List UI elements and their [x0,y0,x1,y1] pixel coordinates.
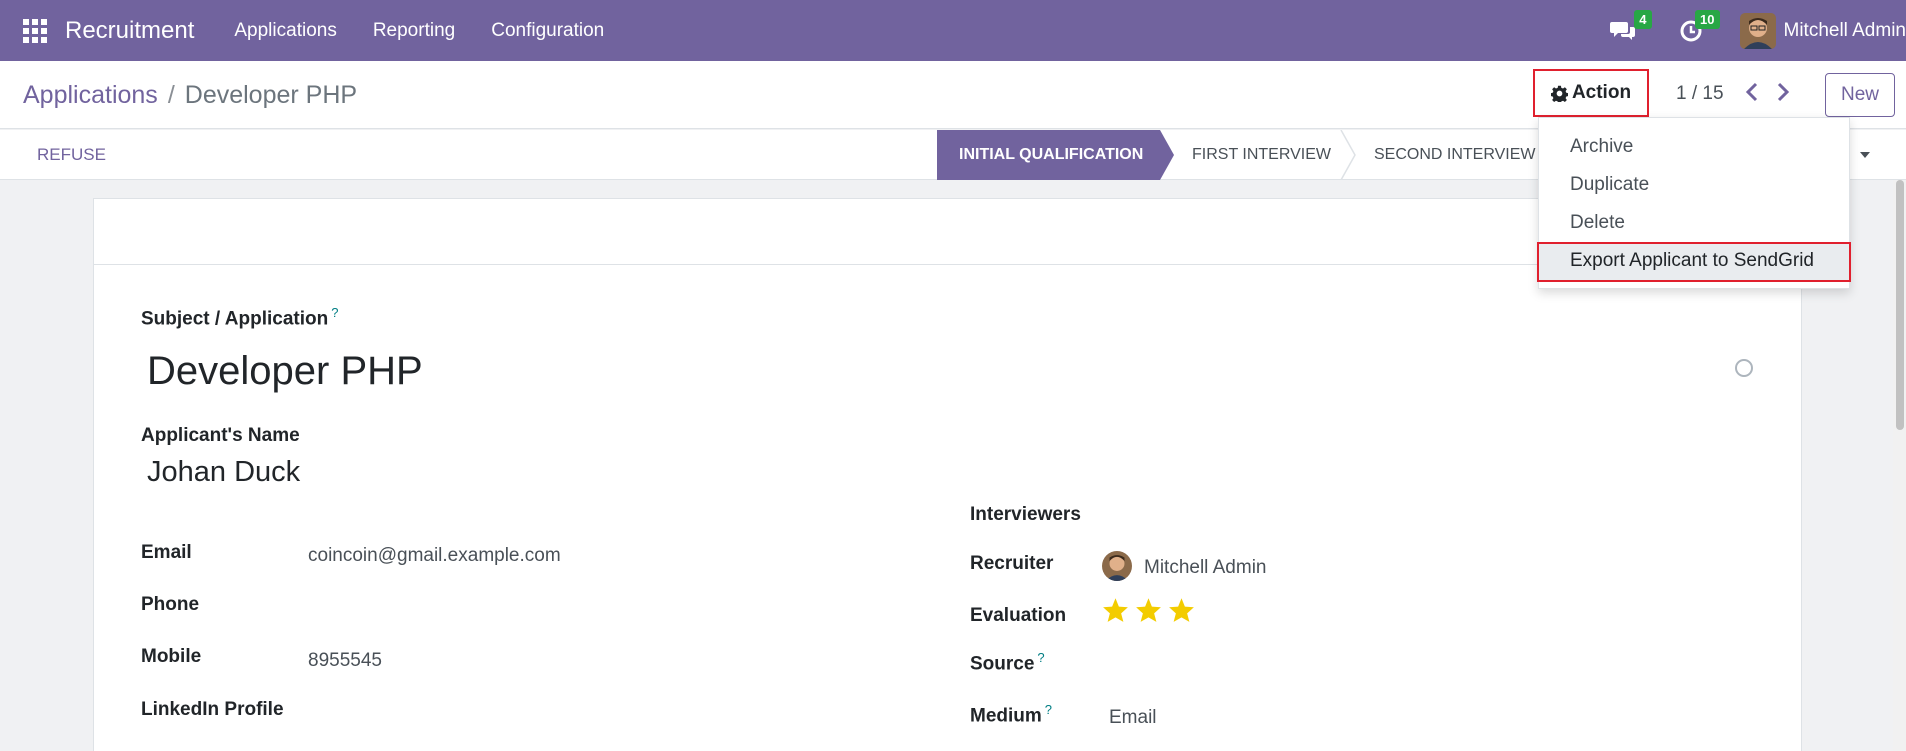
linkedin-label: LinkedIn Profile [141,699,284,720]
breadcrumb-current: Developer PHP [184,81,358,109]
messages-count-badge: 4 [1634,9,1652,29]
priority-toggle[interactable] [1735,359,1753,377]
interviewers-label: Interviewers [970,504,1081,525]
action-dropdown-menu: Archive Duplicate Delete Export Applican… [1537,117,1851,289]
evaluation-stars[interactable] [1102,597,1195,623]
chat-bubbles-icon [1609,21,1635,40]
medium-label-text: Medium [970,705,1042,727]
evaluation-label: Evaluation [970,605,1067,626]
applicant-name-label: Applicant's Name [141,425,300,446]
refuse-button[interactable]: REFUSE [37,145,106,165]
breadcrumb-separator: / [167,81,175,109]
stage-label: FIRST INTERVIEW [1192,146,1331,163]
recruiter-field[interactable]: Mitchell Admin [1144,557,1267,579]
top-navbar: Recruitment Applications Reporting Confi… [0,0,1906,61]
source-label-text: Source [970,653,1035,675]
subject-label: Subject / Application? [141,305,338,330]
menu-configuration[interactable]: Configuration [491,20,604,42]
user-avatar-icon [1739,12,1776,49]
menu-applications[interactable]: Applications [234,20,336,42]
action-button[interactable]: Action [1533,69,1649,117]
email-label: Email [141,542,192,563]
star-icon[interactable] [1102,597,1129,623]
menu-item-duplicate[interactable]: Duplicate [1570,174,1649,196]
star-icon[interactable] [1135,597,1162,623]
caret-down-icon [1860,152,1871,158]
user-name[interactable]: Mitchell Admin [1784,20,1906,42]
pager-previous-button[interactable] [1744,81,1760,108]
medium-help-icon[interactable]: ? [1045,702,1052,717]
chevron-right-icon [1777,82,1790,102]
pager-next-button[interactable] [1775,81,1791,108]
medium-field[interactable]: Email [1109,707,1157,729]
subject-label-text: Subject / Application [141,308,329,330]
pager-value[interactable]: 1 / 15 [1676,83,1724,105]
new-button[interactable]: New [1825,73,1895,117]
recruiter-avatar [1102,551,1132,581]
phone-field[interactable] [308,594,808,620]
app-menu-icon[interactable] [23,18,47,43]
mobile-field[interactable]: 8955545 [308,650,382,672]
action-button-label: Action [1571,82,1632,103]
email-field[interactable]: coincoin@gmail.example.com [308,545,561,567]
menu-reporting[interactable]: Reporting [373,20,455,42]
subject-input[interactable]: Developer PHP [147,349,423,394]
stage-first-interview[interactable]: FIRST INTERVIEW [1192,130,1331,180]
source-label: Source? [970,650,1045,675]
stage-label: SECOND INTERVIEW [1374,146,1536,163]
stage-arrow-divider [1340,130,1356,180]
recruiter-avatar-icon [1102,551,1132,581]
stage-initial-qualification[interactable]: INITIAL QUALIFICATION [937,130,1160,180]
scrollbar-thumb[interactable] [1896,180,1904,430]
recruiter-label: Recruiter [970,553,1054,574]
stage-label: INITIAL QUALIFICATION [959,146,1144,163]
source-help-icon[interactable]: ? [1037,650,1044,665]
systray: 4 10 Mitchell Admin [1608,0,1906,61]
subject-help-icon[interactable]: ? [331,305,338,320]
app-brand[interactable]: Recruitment [65,17,194,45]
activities-count-badge: 10 [1695,9,1720,29]
stage-second-interview[interactable]: SECOND INTERVIEW [1374,130,1536,180]
breadcrumb: Applications / Developer PHP [23,81,357,110]
chevron-left-icon [1745,82,1758,102]
activities-button[interactable]: 10 [1676,9,1720,46]
breadcrumb-applications[interactable]: Applications [23,81,158,109]
medium-label: Medium? [970,702,1052,727]
applicant-name-input[interactable]: Johan Duck [147,456,300,489]
gear-icon [1550,85,1568,102]
user-avatar[interactable] [1739,12,1776,49]
stage-arrow-active [1160,130,1174,180]
menu-item-archive[interactable]: Archive [1570,136,1633,158]
menu-item-delete[interactable]: Delete [1570,212,1625,234]
mobile-label: Mobile [141,646,202,667]
star-icon[interactable] [1168,597,1195,623]
messages-button[interactable]: 4 [1608,9,1652,46]
phone-label: Phone [141,594,200,615]
menu-item-export-sendgrid[interactable]: Export Applicant to SendGrid [1537,242,1851,282]
page-scrollbar[interactable] [1893,180,1906,751]
